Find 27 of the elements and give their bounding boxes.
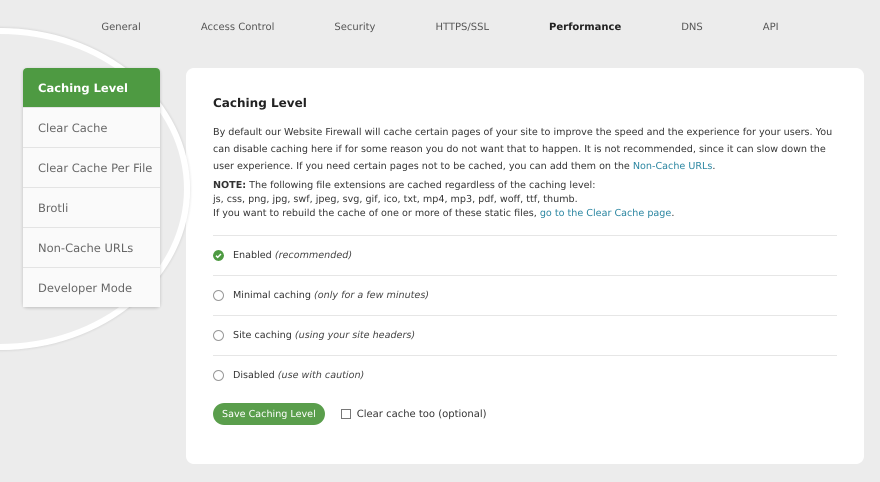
sidebar-item[interactable]: Developer Mode <box>23 268 160 307</box>
checkbox-label: Clear cache too (optional) <box>356 408 487 420</box>
save-button[interactable]: Save Caching Level <box>213 403 325 425</box>
sidebar-item[interactable]: Brotli <box>23 188 160 228</box>
section-title: Caching Level <box>213 96 308 110</box>
intro-paragraph: By default our Website Firewall will cache certain pages of your site to improve the speed and the experience for your users. You can disable caching here if for some reason you do not want that to happen. It is not recommended, since it can slow down the user experience. If you need certain pages not to be cached, you can add them on the Non-Cache URLs. <box>213 126 834 174</box>
nav-tab[interactable]: DNS <box>651 14 733 40</box>
option-label: Disabled (use with caution) <box>233 370 364 381</box>
period-text: . <box>671 208 674 219</box>
sidebar-item[interactable]: Non-Cache URLs <box>23 228 160 268</box>
nav-tab[interactable]: HTTPS/SSL <box>405 14 520 40</box>
nav-tab[interactable]: Access Control <box>170 14 304 40</box>
nav-tab[interactable]: API <box>732 14 809 40</box>
sidebar-item[interactable]: Clear Cache Per File <box>23 148 160 188</box>
clear-cache-link[interactable]: go to the Clear Cache page <box>540 208 672 219</box>
nav-tab[interactable]: Performance <box>519 14 652 40</box>
note-text: NOTE: The following file extensions are cached regardless of the caching level: <box>213 180 596 191</box>
nav-tab[interactable]: General <box>71 14 171 40</box>
sidebar-item[interactable]: Clear Cache <box>23 108 160 148</box>
option-label: Minimal caching (only for a few minutes) <box>233 290 430 301</box>
non-cache-link[interactable]: Non-Cache URLs <box>632 161 712 172</box>
extensions-text: js, css, png, jpg, swf, jpeg, svg, gif, ico, txt, mp4, mp3, pdf, woff, ttf, thumb. <box>213 194 578 205</box>
rebuild-text: If you want to rebuild the cache of one or more of these static files, <box>213 208 537 219</box>
option-label: Site caching (using your site headers) <box>233 330 416 341</box>
option-label: Enabled (recommended) <box>233 250 352 261</box>
sidebar-item[interactable]: Caching Level <box>23 68 160 108</box>
nav-tab[interactable]: Security <box>304 14 406 40</box>
